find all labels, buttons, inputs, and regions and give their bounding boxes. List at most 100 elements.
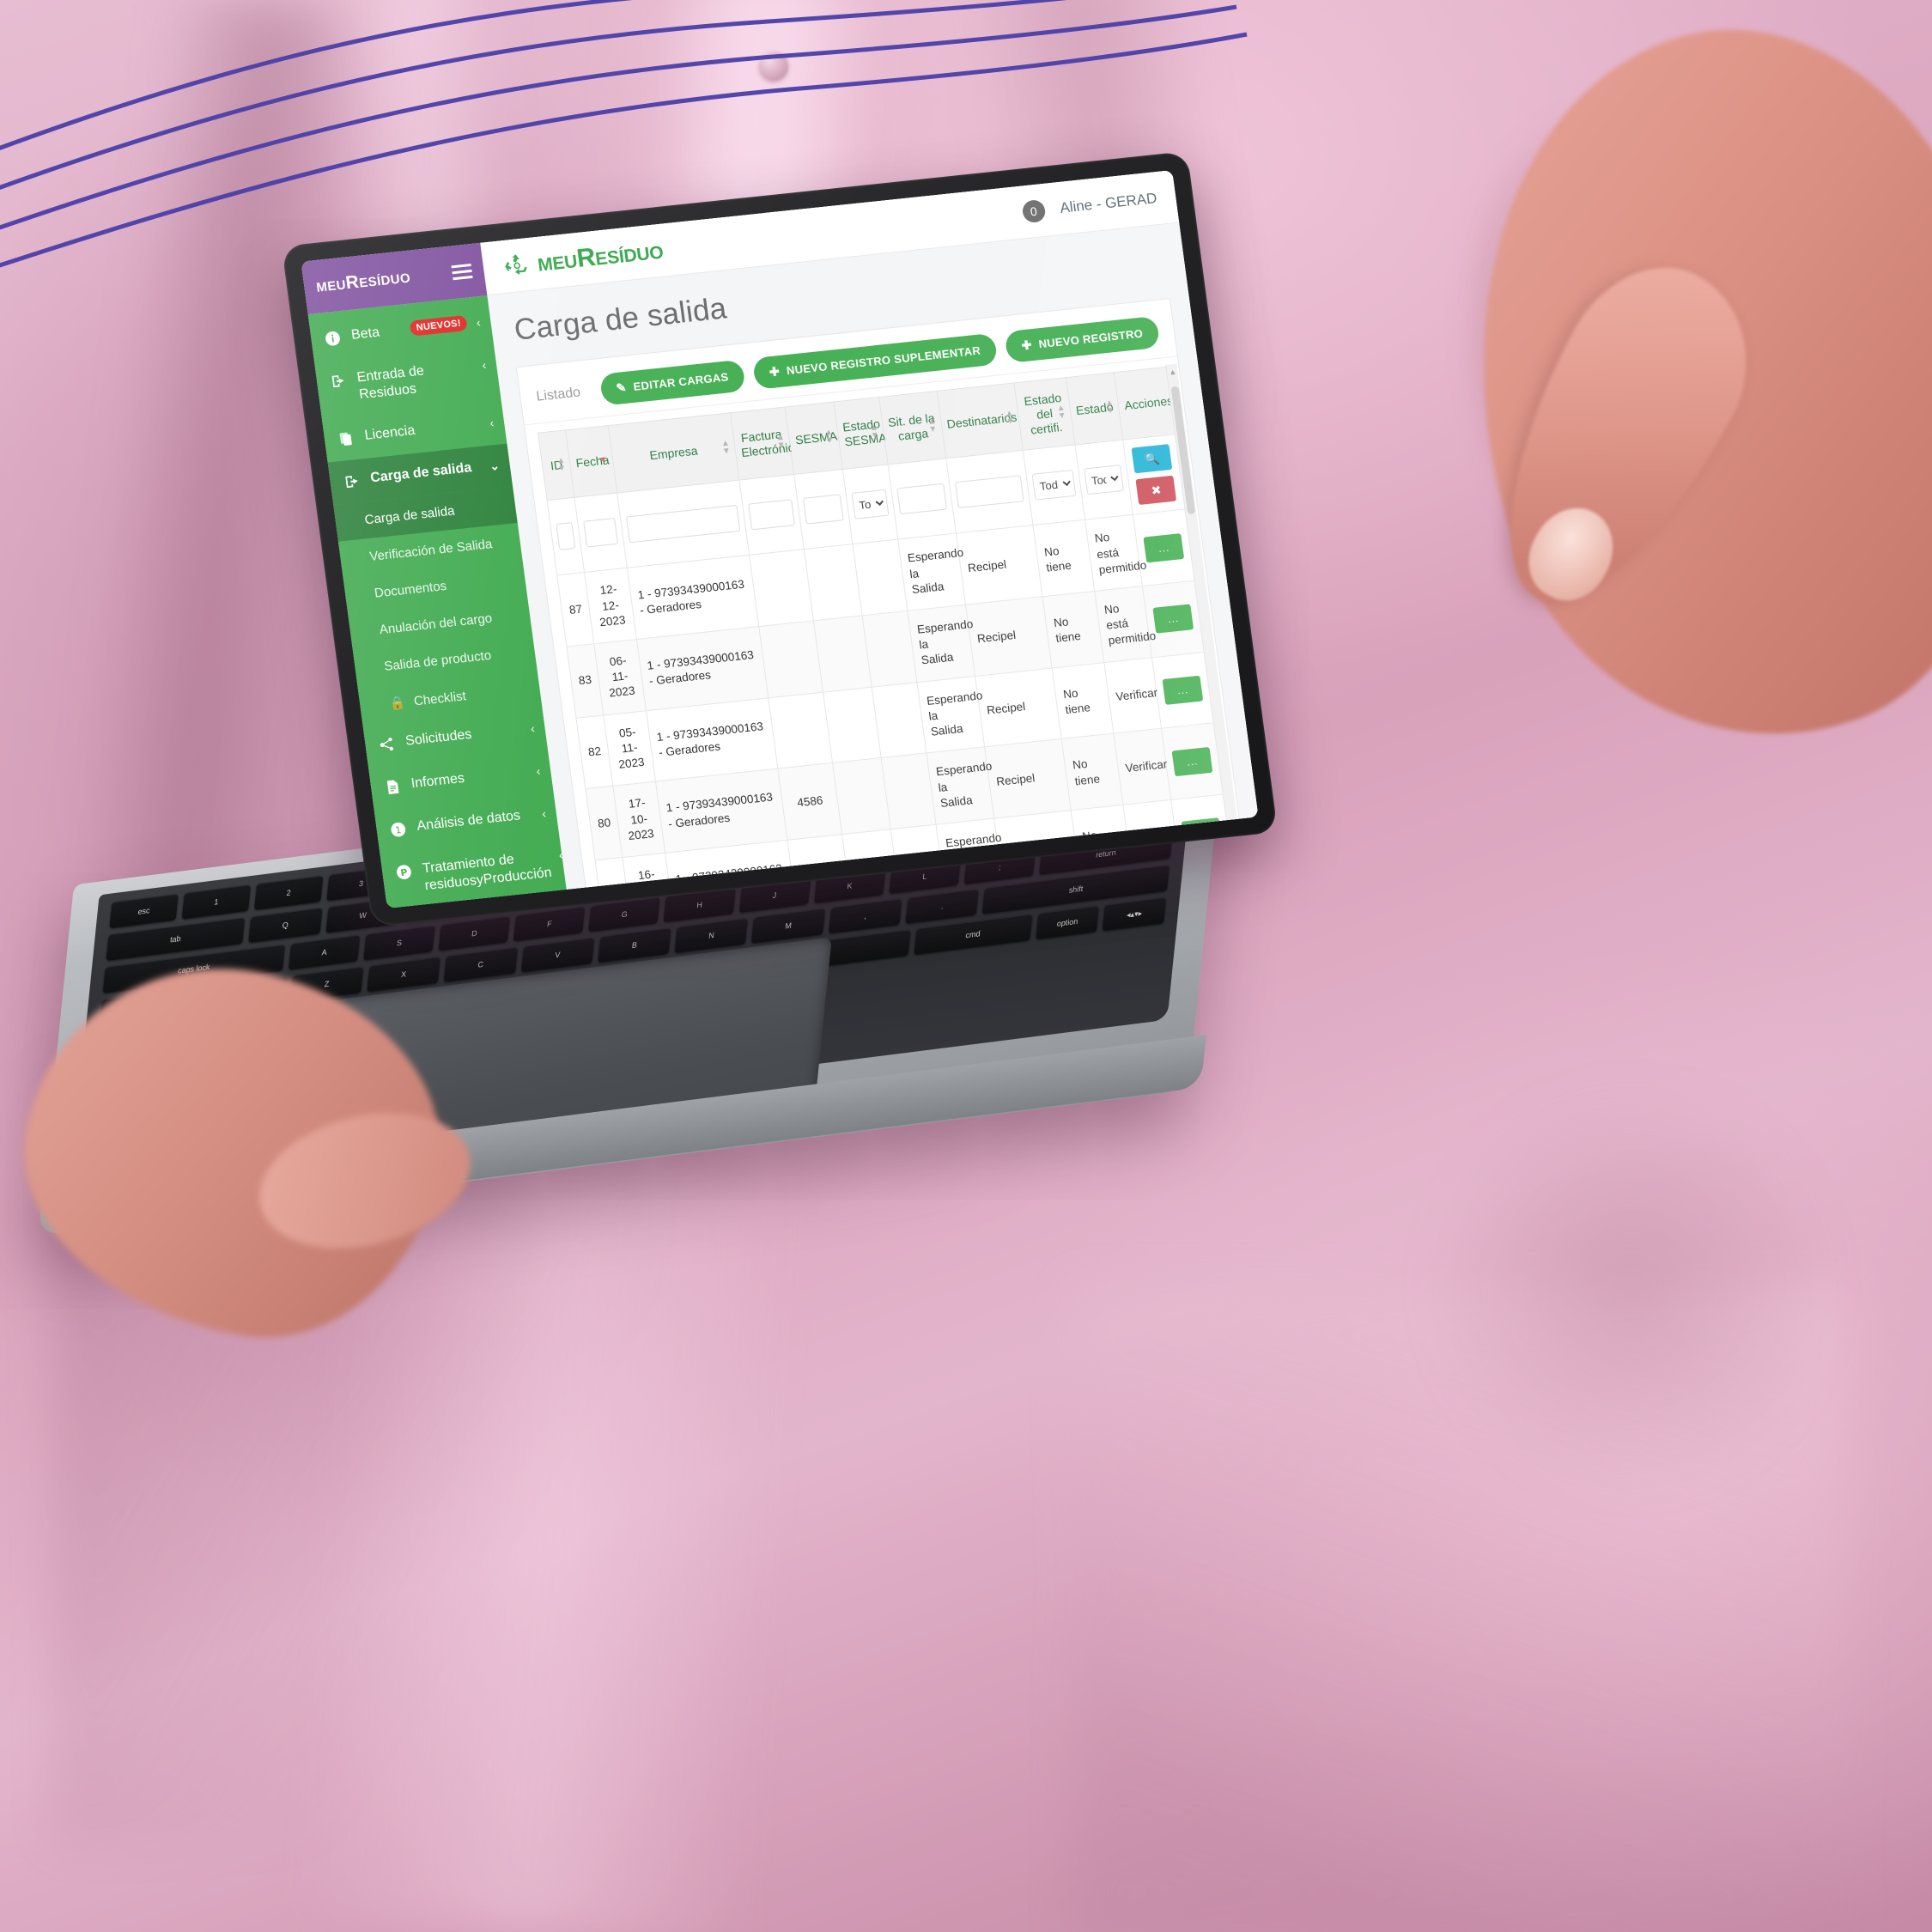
cell-sit-carga: Esperando la Salida: [897, 533, 966, 611]
sidebar-subitem-label: Carga de salida: [363, 503, 456, 528]
key-c[interactable]: C: [443, 946, 518, 982]
scroll-up-arrow-icon[interactable]: ▲: [1169, 368, 1177, 377]
row-actions-button[interactable]: ...: [1171, 746, 1213, 776]
cell-destinatarios: Recipel: [975, 667, 1062, 748]
button-label: NUEVO REGISTRO SUPLEMENTAR: [786, 343, 981, 378]
sort-icon: ▲ ▼: [775, 433, 787, 451]
button-label: NUEVO REGISTRO: [1037, 326, 1144, 351]
chevron-left-icon: ‹: [489, 416, 495, 430]
key-x[interactable]: X: [367, 957, 441, 993]
key-q[interactable]: Q: [247, 907, 323, 944]
cell-empresa: 1 - 97393439000163 - Geradores: [646, 697, 778, 782]
badge-nuevos: NUEVOS!: [409, 314, 468, 337]
sidebar-subitem-label: Anulación del cargo: [378, 611, 494, 638]
key-arrows[interactable]: ◂▴▾▸: [1103, 896, 1167, 932]
filter-sesma-input[interactable]: [803, 494, 844, 526]
sort-icon: ▲ ▼: [720, 438, 732, 457]
pencil-icon: ✎: [615, 380, 628, 395]
key-esc[interactable]: esc: [109, 893, 179, 929]
laptop-lid: meuResíduo meuResíduo 0 Aline - GERAD Be…: [281, 151, 1279, 927]
key-f[interactable]: F: [513, 906, 586, 942]
sidebar-subitem-label: Checklist: [412, 689, 467, 709]
key[interactable]: 2: [253, 875, 324, 910]
notification-badge[interactable]: 0: [1020, 198, 1047, 223]
key-a[interactable]: A: [288, 934, 361, 970]
key-option-right[interactable]: option: [1035, 905, 1100, 940]
sidebar-item-label: Generar Etiquetas: [429, 907, 547, 908]
info-circle-icon: [322, 328, 343, 349]
cell-destinatarios: Recipel: [984, 738, 1072, 819]
filter-destinatarios-input[interactable]: [954, 475, 1025, 509]
hamburger-icon[interactable]: [451, 263, 473, 280]
table-body: Todo Todo Todo 🔍 ✖ 87 12-12-2023 1 - 973…: [547, 434, 1251, 890]
sort-icon: ▲ ▼: [1055, 403, 1067, 422]
key-d[interactable]: D: [438, 915, 511, 951]
th-factura-electronica[interactable]: Factura Electrónica ▲ ▼: [730, 407, 801, 481]
filter-estado-certifi-select[interactable]: Todo: [1031, 470, 1077, 501]
row-actions-button[interactable]: ...: [1162, 675, 1204, 705]
filter-factura-input[interactable]: [748, 499, 796, 531]
sort-icon: ▲ ▼: [556, 455, 568, 474]
cell-estado-certifi: No tiene: [1033, 519, 1095, 597]
clear-filters-button[interactable]: ✖: [1135, 476, 1177, 506]
filter-id-input[interactable]: [556, 522, 576, 551]
key-v[interactable]: V: [520, 937, 595, 973]
app-logo-text: meuResíduo: [535, 235, 665, 277]
share-nodes-icon: [376, 734, 398, 755]
row-actions-button[interactable]: ...: [1143, 532, 1185, 563]
filter-fecha-input[interactable]: [583, 518, 618, 548]
user-name-label[interactable]: Aline - GERAD: [1059, 190, 1157, 217]
chevron-left-icon: ‹: [535, 763, 542, 778]
x-icon: ✖: [1150, 483, 1163, 498]
button-label: EDITAR CARGAS: [632, 370, 730, 393]
cell-empresa: 1 - 97393439000163 - Geradores: [626, 555, 759, 640]
license-file-icon: [336, 428, 357, 449]
sign-in-icon: [328, 371, 349, 392]
sidebar-submenu-carga-de-salida: Carga de salida Verificación de Salida D…: [333, 486, 543, 726]
plus-icon: ✚: [768, 364, 781, 380]
editar-cargas-button[interactable]: ✎ EDITAR CARGAS: [598, 359, 746, 406]
th-sit-de-la-carga[interactable]: Sit. de la carga ▲ ▼: [878, 391, 946, 465]
key-b[interactable]: B: [598, 927, 671, 963]
key[interactable]: 1: [181, 884, 252, 920]
app-logo: meuResíduo: [501, 235, 665, 281]
filter-sit-carga-input[interactable]: [896, 483, 947, 515]
user-area: 0 Aline - GERAD: [1020, 187, 1158, 223]
key-m[interactable]: M: [751, 908, 826, 944]
th-estado[interactable]: Estado ▲ ▼: [1066, 372, 1124, 446]
key-n[interactable]: N: [674, 917, 749, 953]
th-empresa[interactable]: Empresa ▲ ▼: [607, 412, 740, 494]
chevron-left-icon: ‹: [481, 357, 488, 373]
sign-out-icon: [341, 471, 362, 492]
listado-panel: Listado ✎ EDITAR CARGAS ✚ NUEVO REGISTRO…: [515, 298, 1259, 890]
sidebar-item-label: Carga de salida: [369, 460, 473, 486]
key-s[interactable]: S: [363, 925, 435, 961]
filter-estado-select[interactable]: Todo: [1084, 465, 1125, 495]
th-estado-del-certifi[interactable]: Estado del certifi. ▲ ▼: [1014, 377, 1075, 451]
key[interactable]: ,: [828, 898, 902, 934]
filter-empresa-input[interactable]: [625, 505, 741, 544]
scene: esc 1 2 3 4 5 6 7 8 9 0 - = delete tab: [0, 0, 1932, 1932]
th-destinatarios[interactable]: Destinatarios ▲ ▼: [937, 383, 1024, 459]
filter-cell-destinatarios: [945, 450, 1034, 534]
cell-destinatarios: Recipel: [965, 596, 1053, 677]
lock-icon: 🔒: [388, 695, 407, 712]
table-wrapper: ID ▲ ▼ Fecha ▼ Empresa ▲ ▼ Factura Electrónic…: [525, 357, 1259, 890]
key[interactable]: .: [905, 888, 980, 924]
search-button[interactable]: 🔍: [1131, 444, 1173, 474]
sidebar-subitem-label: Documentos: [374, 578, 448, 601]
th-label: Empresa: [648, 443, 699, 463]
filter-estado-sesma-select[interactable]: Todo: [851, 489, 890, 520]
cell-destinatarios: Recipel: [956, 525, 1043, 605]
cell-estado-certifi: No tiene: [1052, 662, 1114, 739]
cell-factura: 4586: [777, 762, 842, 841]
row-actions-button[interactable]: ...: [1152, 604, 1194, 635]
cell-factura: [758, 620, 823, 698]
cell-sit-carga: Esperando la Salida: [926, 747, 994, 825]
th-label: Estado SESMA: [841, 416, 888, 449]
nuevo-registro-button[interactable]: ✚ NUEVO REGISTRO: [1004, 315, 1161, 364]
cell-factura: [749, 549, 814, 627]
cell-estado-certifi: No tiene: [1042, 591, 1104, 668]
th-sesma[interactable]: SESMA ▲ ▼: [785, 402, 843, 475]
sort-desc-icon: ▼: [598, 455, 609, 466]
